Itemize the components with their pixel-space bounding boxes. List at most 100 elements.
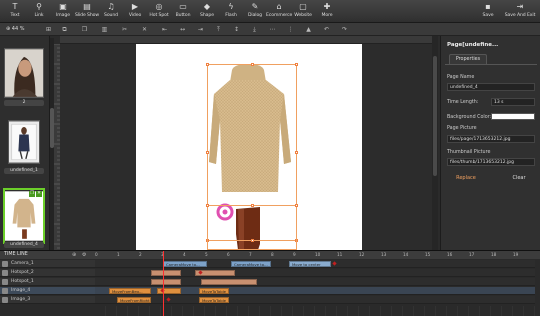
grid-icon[interactable]: ⊞: [44, 25, 53, 34]
more-tool-button[interactable]: ✚ More: [314, 2, 340, 22]
track-image-3[interactable]: MoveFromRight MoveToTable: [95, 296, 535, 304]
timeline-clip[interactable]: MoveFromBeg...: [109, 288, 151, 294]
timeline-tick-label: 19: [513, 252, 519, 257]
dialog-tool-button[interactable]: ✎ Dialog: [242, 2, 268, 22]
sweater-thumbnail-image: [5, 191, 43, 241]
edit-toolbar: ⊕ 44 % ⊞ ⧉ ❐ ▥ ✂ ✕ ⇤ ↔ ⇥ ⤒ ↕ ⤓ ⋯ ⋮ ▲ ↶ ↷: [0, 23, 540, 36]
timeline-clip[interactable]: MoveFromRight: [117, 297, 151, 303]
layer-row[interactable]: Hotspot_2: [0, 269, 95, 277]
timeline-clip[interactable]: [151, 279, 181, 285]
track-image-4[interactable]: MoveFromBeg... MoveToTable: [95, 287, 535, 295]
add-layer-icon[interactable]: ⊕: [72, 252, 76, 258]
timeline-tick-label: 8: [271, 252, 274, 257]
properties-panel: Page[undefine... Properties Page Name un…: [440, 36, 540, 250]
button-tool-button[interactable]: ▭ Button: [170, 2, 196, 22]
slideshow-tool-button[interactable]: ▤ Slide Show: [74, 2, 100, 22]
background-color-swatch[interactable]: [491, 113, 535, 120]
keyframe[interactable]: [332, 261, 337, 266]
layer-row[interactable]: Camera_1: [0, 260, 95, 268]
timeline-ruler[interactable]: 012345678910111213141516171819: [95, 252, 535, 258]
website-tool-button[interactable]: ▢ Website: [290, 2, 316, 22]
track-hotspot-2[interactable]: [95, 269, 535, 277]
timeline-clip[interactable]: CameraMove to...: [163, 261, 207, 267]
resize-handle[interactable]: [251, 204, 254, 207]
delete-icon[interactable]: ✕: [140, 25, 149, 34]
video-tool-button[interactable]: ▶ Video: [122, 2, 148, 22]
selection-box[interactable]: [206, 204, 298, 250]
undo-icon[interactable]: ↶: [322, 25, 331, 34]
save-and-exit-button[interactable]: ⇥ Save And Exit: [504, 2, 536, 22]
time-length-input[interactable]: 13 s: [491, 98, 535, 106]
page-thumbnail[interactable]: [4, 48, 44, 98]
distribute-v-icon[interactable]: ⋮: [286, 25, 295, 34]
trash-icon[interactable]: ✕: [36, 191, 42, 197]
text-tool-button[interactable]: T Text: [2, 2, 28, 22]
hotspot-layer-icon: [2, 270, 8, 276]
sound-tool-button[interactable]: ♫ Sound: [98, 2, 124, 22]
playhead[interactable]: [163, 251, 164, 316]
align-center-icon[interactable]: ↔: [178, 25, 187, 34]
cut-icon[interactable]: ✂: [120, 25, 129, 34]
link-tool-button[interactable]: ⚲ Link: [26, 2, 52, 22]
align-left-icon[interactable]: ⇤: [160, 25, 169, 34]
page-picture-field[interactable]: files/page/1713653212.jpg: [447, 135, 535, 143]
track-camera[interactable]: CameraMove to... CameraMove to... Move t…: [95, 260, 535, 268]
layer-row[interactable]: Hotspot_1: [0, 278, 95, 286]
text-icon: T: [12, 2, 18, 11]
timeline-tick-label: 1: [117, 252, 120, 257]
page-name-input[interactable]: undefined_4: [447, 83, 535, 91]
settings-icon[interactable]: ⚙: [82, 252, 86, 258]
slideshow-icon: ▤: [83, 2, 91, 11]
tab-properties[interactable]: Properties: [449, 54, 487, 64]
align-bottom-icon[interactable]: ⤓: [250, 25, 259, 34]
camera-icon: [2, 261, 8, 267]
timeline-clip[interactable]: Move to center: [289, 261, 331, 267]
clear-button[interactable]: Clear: [501, 174, 537, 183]
resize-handle[interactable]: [206, 151, 209, 154]
image-tool-button[interactable]: ▣ Image: [50, 2, 76, 22]
flash-tool-button[interactable]: ϟ Flash: [218, 2, 244, 22]
resize-handle[interactable]: [206, 204, 209, 207]
layer-row[interactable]: Image_3: [0, 296, 95, 304]
timeline-clip[interactable]: MoveToTable: [199, 288, 229, 294]
paste-icon[interactable]: ▥: [100, 25, 109, 34]
save-button[interactable]: ▪ Save: [475, 2, 501, 22]
hotspot-tool-button[interactable]: ◎ Hot Spot: [146, 2, 172, 22]
bring-front-icon[interactable]: ▲: [304, 25, 313, 34]
timeline-clip[interactable]: [151, 270, 181, 276]
design-canvas[interactable]: [60, 44, 432, 250]
timeline-tick-label: 6: [227, 252, 230, 257]
replace-button[interactable]: Replace: [447, 174, 485, 183]
copy-icon[interactable]: ❐: [80, 25, 89, 34]
keyframe[interactable]: [166, 297, 171, 302]
redo-icon[interactable]: ↷: [340, 25, 349, 34]
canvas-scrollbar[interactable]: [432, 36, 438, 250]
align-middle-icon[interactable]: ↕: [232, 25, 241, 34]
shape-tool-button[interactable]: ◆ Shape: [194, 2, 220, 22]
timeline-clip[interactable]: MoveToTable: [199, 297, 229, 303]
time-length-label: Time Length:: [447, 100, 479, 105]
align-right-icon[interactable]: ⇥: [196, 25, 205, 34]
ecommerce-tool-button[interactable]: ⌂ Ecommerce: [266, 2, 292, 22]
page-thumbnail[interactable]: [8, 120, 40, 164]
align-top-icon[interactable]: ⤒: [214, 25, 223, 34]
thumbnail-picture-field[interactable]: files/thumb/1713653212.jpg: [447, 158, 535, 166]
page-thumbnail-selected[interactable]: ❐ ✕: [3, 188, 45, 244]
timeline-tick-label: 10: [315, 252, 321, 257]
resize-handle[interactable]: [206, 63, 209, 66]
timeline-clip[interactable]: CameraMove to...: [231, 261, 271, 267]
resize-handle[interactable]: [295, 151, 298, 154]
timeline-clip[interactable]: [201, 279, 257, 285]
duplicate-icon[interactable]: ❐: [29, 191, 35, 197]
resize-handle[interactable]: [295, 63, 298, 66]
distribute-h-icon[interactable]: ⋯: [268, 25, 277, 34]
layer-row-selected[interactable]: Image_4: [0, 287, 95, 295]
tab-divider: [445, 64, 537, 65]
zoom-control[interactable]: ⊕ 44 %: [6, 25, 25, 34]
resize-handle[interactable]: [251, 63, 254, 66]
resize-handle[interactable]: [295, 204, 298, 207]
background-color-label: Background Color:: [447, 115, 492, 120]
layer-icon[interactable]: ⧉: [60, 25, 69, 34]
track-hotspot-1[interactable]: [95, 278, 535, 286]
image-icon: ▣: [59, 2, 67, 11]
